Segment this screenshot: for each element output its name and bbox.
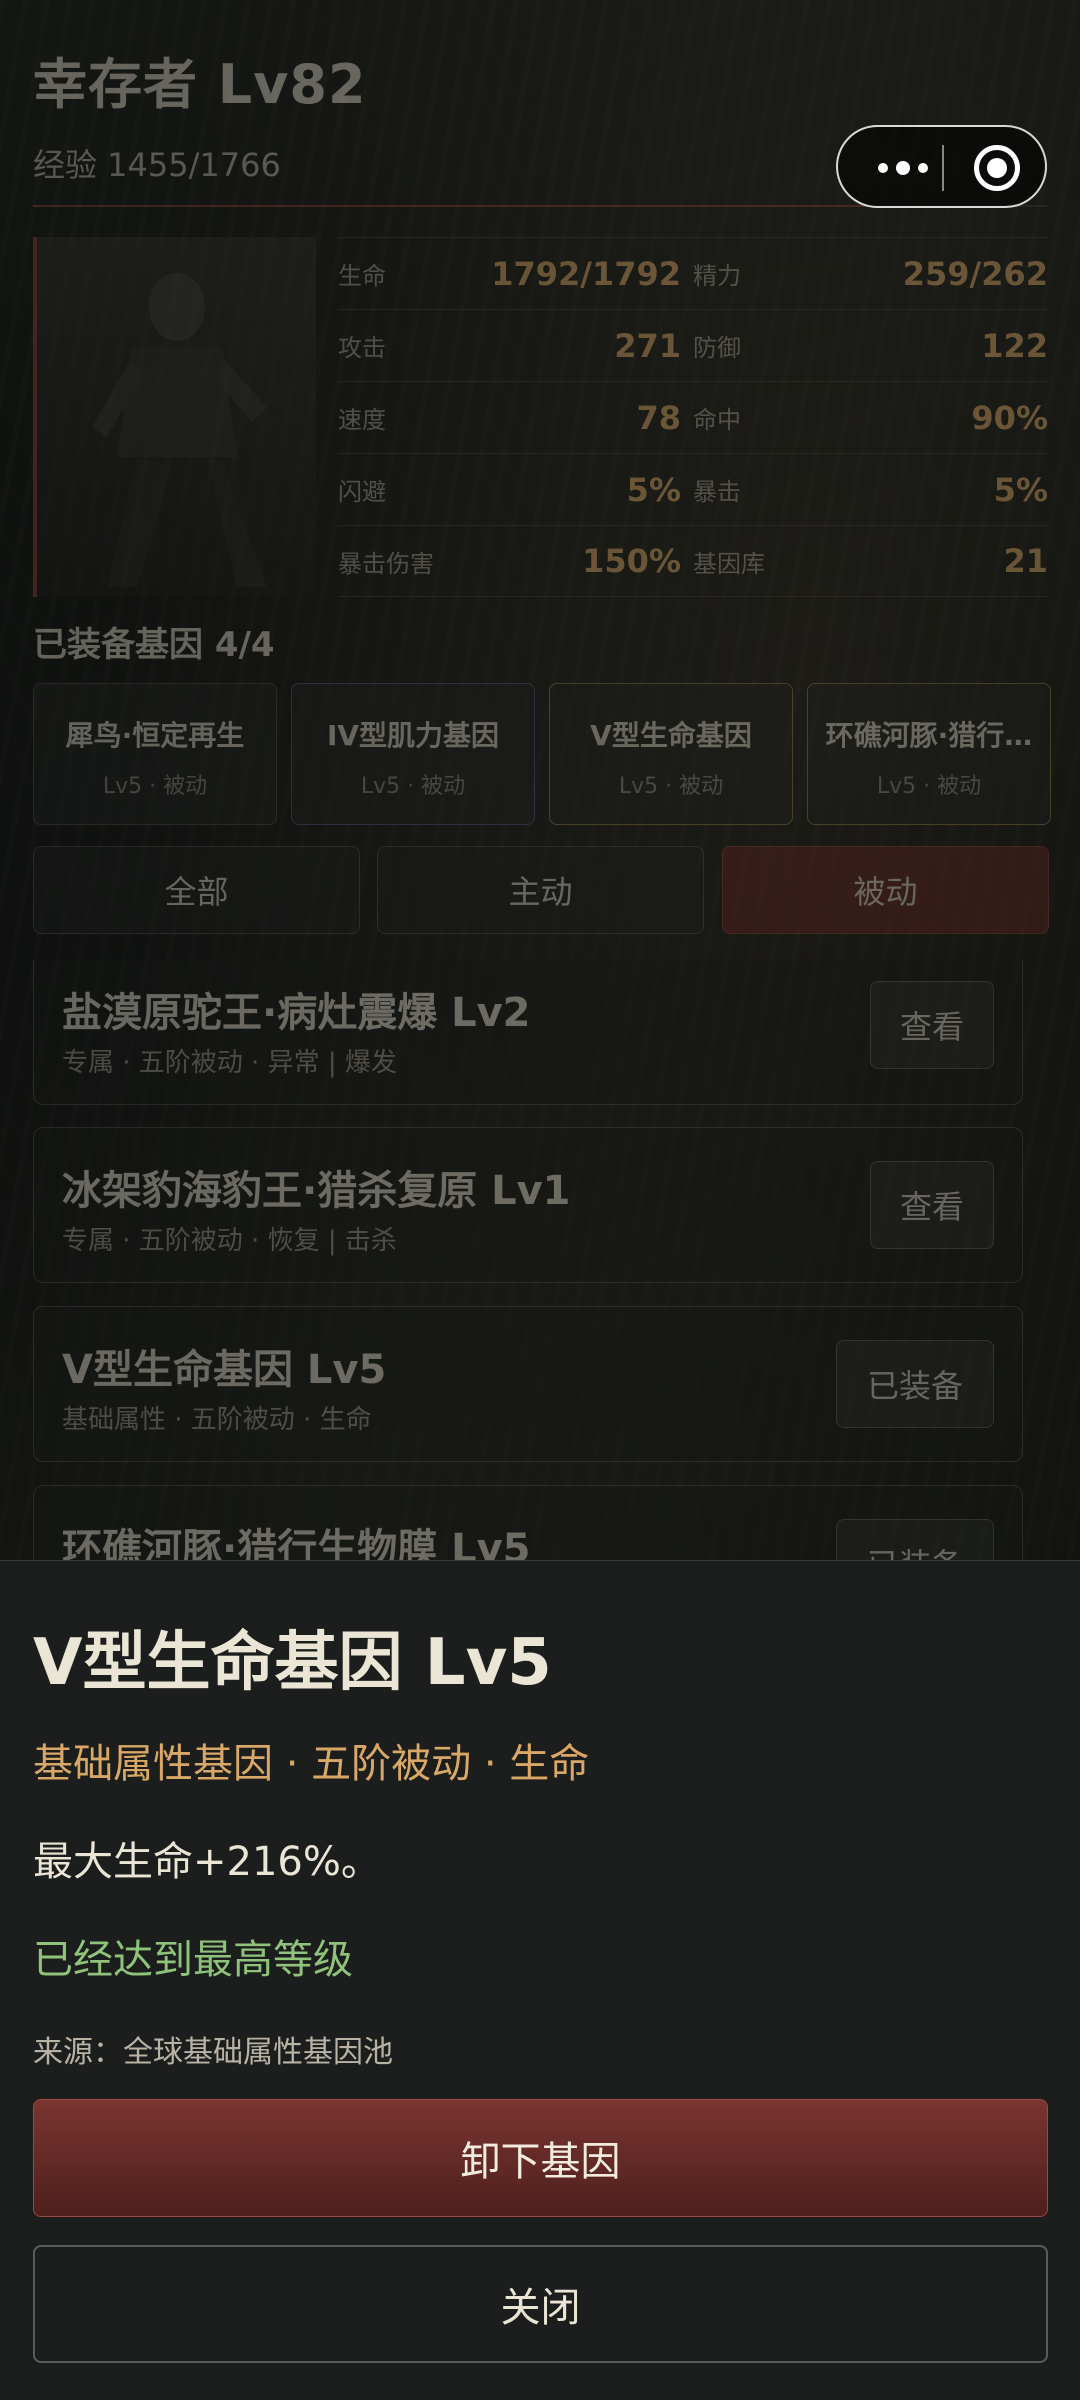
stat-value: 21 xyxy=(1003,542,1048,580)
stat-label: 防御 xyxy=(693,334,741,362)
gene-name: 犀鸟·恒定再生 xyxy=(65,719,245,752)
stat-value: 271 xyxy=(614,326,681,365)
source-text: 来源：全球基础属性基因池 xyxy=(33,2035,393,2070)
gene-list-title: 冰架豹海豹王·猎杀复原 Lv1 xyxy=(62,1168,571,1214)
equipped-gene-card[interactable]: 犀鸟·恒定再生 Lv5 · 被动 xyxy=(33,683,277,825)
filter-all-button[interactable]: 全部 xyxy=(33,846,360,934)
stat-label: 命中 xyxy=(693,406,741,434)
stat-label: 攻击 xyxy=(338,334,386,362)
unequip-button[interactable]: 卸下基因 xyxy=(33,2099,1048,2217)
gene-list-item: V型生命基因 Lv5 基础属性 · 五阶被动 · 生命 已装备 xyxy=(33,1306,1023,1462)
equipped-genes-title: 已装备基因 4/4 xyxy=(33,625,275,665)
stat-value: 5% xyxy=(993,470,1048,509)
stat-row: 攻击 271 防御 122 xyxy=(338,309,1048,381)
stat-row: 暴击伤害 150% 基因库 21 xyxy=(338,525,1048,597)
capsule-divider xyxy=(942,145,944,191)
gene-meta: Lv5 · 被动 xyxy=(102,774,208,799)
exp-bar-fill xyxy=(33,205,873,207)
equipped-gene-card[interactable]: V型生命基因 Lv5 · 被动 xyxy=(549,683,793,825)
stat-label: 生命 xyxy=(338,262,386,290)
stat-value: 150% xyxy=(582,542,681,580)
view-button[interactable]: 查看 xyxy=(870,981,994,1069)
stat-value: 78 xyxy=(636,398,681,437)
gene-list-title: 盐漠原驼王·病灶震爆 Lv2 xyxy=(62,990,531,1036)
stat-row: 闪避 5% 暴击 5% xyxy=(338,453,1048,525)
stat-label: 基因库 xyxy=(693,549,765,578)
view-button[interactable]: 查看 xyxy=(870,1161,994,1249)
gene-list-meta: 基础属性 · 五阶被动 · 生命 xyxy=(62,1405,372,1435)
stat-value: 5% xyxy=(626,470,681,509)
filter-active-button[interactable]: 主动 xyxy=(377,846,704,934)
target-icon[interactable] xyxy=(974,145,1020,191)
more-dots-icon[interactable] xyxy=(868,153,938,183)
character-portrait xyxy=(33,237,316,597)
equipped-gene-card[interactable]: 环礁河豚·猎行… Lv5 · 被动 xyxy=(807,683,1051,825)
sheet-subtitle: 基础属性基因 · 五阶被动 · 生命 xyxy=(33,1741,590,1787)
gene-name: IV型肌力基因 xyxy=(326,719,500,752)
stat-label: 暴击 xyxy=(693,478,741,506)
gene-meta: Lv5 · 被动 xyxy=(360,774,466,799)
stat-value: 1792/1792 xyxy=(491,254,681,293)
sheet-description: 最大生命+216%。 xyxy=(33,1839,381,1885)
stat-label: 暴击伤害 xyxy=(338,549,434,578)
gene-list-meta: 专属 · 五阶被动 · 异常 | 爆发 xyxy=(62,1048,397,1078)
exp-text: 经验 1455/1766 xyxy=(33,146,281,184)
stat-value: 122 xyxy=(981,326,1048,365)
page-title: 幸存者 Lv82 xyxy=(33,53,367,116)
gene-list-item: 冰架豹海豹王·猎杀复原 Lv1 专属 · 五阶被动 · 恢复 | 击杀 查看 xyxy=(33,1127,1023,1283)
stat-row: 生命 1792/1792 精力 259/262 xyxy=(338,237,1048,309)
gene-name: 环礁河豚·猎行… xyxy=(825,719,1033,752)
filter-passive-button[interactable]: 被动 xyxy=(722,846,1049,934)
close-button[interactable]: 关闭 xyxy=(33,2245,1048,2363)
gene-meta: Lv5 · 被动 xyxy=(618,774,724,799)
stat-label: 闪避 xyxy=(338,478,386,506)
equipped-gene-card[interactable]: IV型肌力基因 Lv5 · 被动 xyxy=(291,683,535,825)
stat-value: 90% xyxy=(971,398,1048,437)
stat-label: 精力 xyxy=(693,262,741,290)
sheet-title: V型生命基因 Lv5 xyxy=(33,1626,552,1700)
stat-label: 速度 xyxy=(338,406,386,434)
stat-value: 259/262 xyxy=(902,254,1048,293)
equipped-button[interactable]: 已装备 xyxy=(836,1340,994,1428)
gene-list-item: 盐漠原驼王·病灶震爆 Lv2 专属 · 五阶被动 · 异常 | 爆发 查看 xyxy=(33,960,1023,1105)
gene-name: V型生命基因 xyxy=(590,719,752,752)
mini-program-capsule xyxy=(836,125,1047,208)
max-level-text: 已经达到最高等级 xyxy=(33,1937,353,1983)
stats-table: 生命 1792/1792 精力 259/262 攻击 271 防御 122 速度 78 命… xyxy=(338,237,1048,597)
stat-row: 速度 78 命中 90% xyxy=(338,381,1048,453)
gene-meta: Lv5 · 被动 xyxy=(876,774,982,799)
gene-detail-sheet: V型生命基因 Lv5 基础属性基因 · 五阶被动 · 生命 最大生命+216%。… xyxy=(0,1560,1080,2400)
gene-list-meta: 专属 · 五阶被动 · 恢复 | 击杀 xyxy=(62,1226,397,1256)
gene-list-title: V型生命基因 Lv5 xyxy=(62,1347,387,1393)
